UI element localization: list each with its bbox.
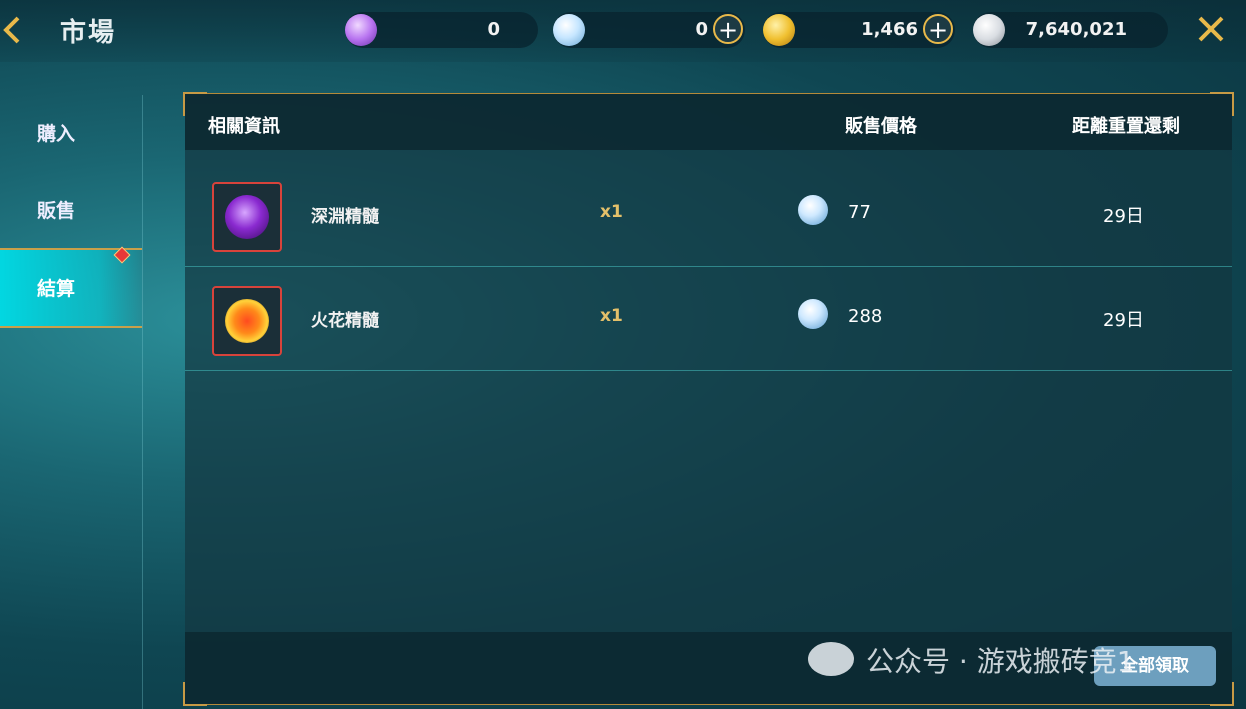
page-title: 市場 bbox=[60, 18, 117, 48]
header-info: 相關資訊 bbox=[208, 116, 280, 137]
item-slot[interactable] bbox=[212, 286, 282, 356]
close-button[interactable] bbox=[1196, 14, 1226, 44]
watermark-text: 公众号 · 游戏搬砖竞1 bbox=[866, 645, 1135, 678]
sidebar-divider bbox=[142, 95, 143, 709]
header-price: 販售價格 bbox=[845, 116, 917, 137]
chevron-left-icon bbox=[3, 16, 20, 44]
sidebar-item-label: 購入 bbox=[37, 123, 76, 145]
crystal-coin-icon bbox=[553, 14, 585, 46]
crystal-coin-icon bbox=[798, 299, 828, 329]
reset-days: 29日 bbox=[1103, 310, 1144, 331]
close-x-icon bbox=[1198, 16, 1224, 42]
item-quantity: x1 bbox=[600, 306, 623, 326]
header-reset: 距離重置還剩 bbox=[1072, 116, 1180, 137]
purple-token-icon bbox=[345, 14, 377, 46]
silver-coin-icon bbox=[973, 14, 1005, 46]
wechat-icon bbox=[808, 642, 854, 676]
gold-coin-icon bbox=[763, 14, 795, 46]
table-row[interactable]: 深淵精髓 x1 77 29日 bbox=[185, 162, 1232, 267]
back-button[interactable] bbox=[0, 10, 30, 50]
sidebar-item-label: 結算 bbox=[37, 278, 76, 300]
currency-value-gold: 1,466 bbox=[861, 19, 918, 40]
settlement-panel: 相關資訊 販售價格 距離重置還剩 深淵精髓 x1 77 29日 火花精髓 x1 … bbox=[183, 92, 1234, 706]
currency-value-silver: 7,640,021 bbox=[1025, 19, 1127, 40]
table-header: 相關資訊 販售價格 距離重置還剩 bbox=[185, 94, 1232, 150]
item-name: 深淵精髓 bbox=[311, 207, 379, 227]
table-row[interactable]: 火花精髓 x1 288 29日 bbox=[185, 266, 1232, 371]
sidebar-item-sell[interactable]: 販售 bbox=[0, 172, 142, 248]
reset-days: 29日 bbox=[1103, 206, 1144, 227]
item-slot[interactable] bbox=[212, 182, 282, 252]
currency-value-crystal: 0 bbox=[695, 19, 708, 40]
sidebar-item-buy[interactable]: 購入 bbox=[0, 95, 142, 171]
crystal-coin-icon bbox=[798, 195, 828, 225]
item-price: 77 bbox=[848, 202, 871, 223]
add-crystal-button[interactable]: + bbox=[713, 14, 743, 44]
currency-value-purple: 0 bbox=[487, 19, 500, 40]
purple-essence-icon bbox=[225, 195, 269, 239]
fire-essence-icon bbox=[225, 299, 269, 343]
sidebar-item-label: 販售 bbox=[37, 200, 76, 222]
item-quantity: x1 bbox=[600, 202, 623, 222]
item-name: 火花精髓 bbox=[311, 311, 379, 331]
item-price: 288 bbox=[848, 306, 883, 327]
add-gold-button[interactable]: + bbox=[923, 14, 953, 44]
